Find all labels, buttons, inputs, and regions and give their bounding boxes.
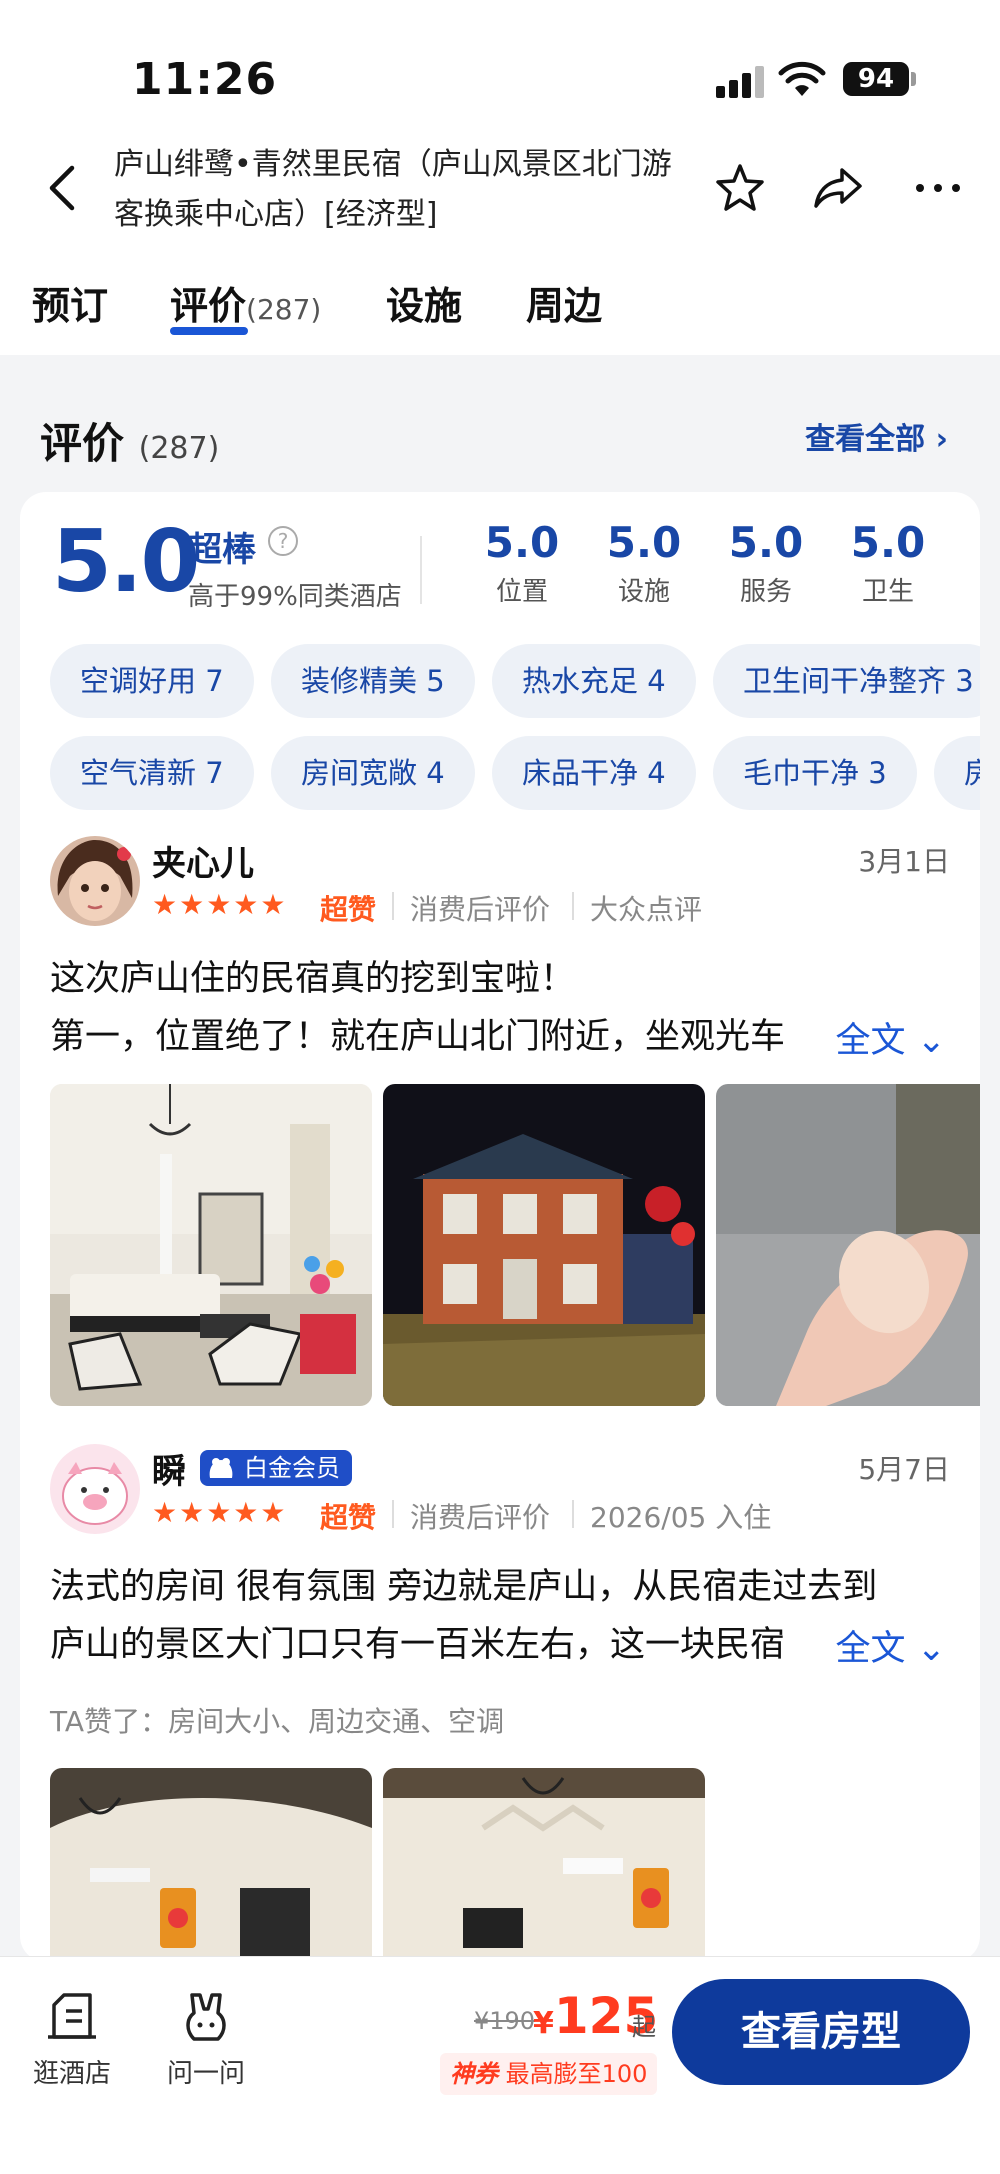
active-tab-indicator xyxy=(170,327,248,335)
coupon-badge[interactable]: 神券 最高膨至100 xyxy=(440,2053,658,2095)
reviewer-name: 瞬 xyxy=(152,1452,186,1492)
avatar[interactable] xyxy=(50,1444,140,1534)
review-photo[interactable] xyxy=(50,1768,372,1962)
tag-chip[interactable]: 房 xyxy=(934,736,980,810)
view-room-types-button[interactable]: 查看房型 xyxy=(672,1979,970,2085)
sub-score-facilities: 5.0 设施 xyxy=(606,518,682,607)
divider xyxy=(392,892,394,920)
review-photo[interactable] xyxy=(50,1084,372,1406)
tag-chip[interactable]: 装修精美 5 xyxy=(271,644,475,718)
sub-score-location: 5.0 位置 xyxy=(484,518,560,607)
review-text-line: 庐山的景区大门口只有一百米左右，这一块民宿 xyxy=(50,1625,786,1665)
review-photo[interactable] xyxy=(383,1768,705,1962)
favorite-star-icon[interactable] xyxy=(712,160,768,216)
platinum-member-badge: 白金会员 xyxy=(200,1450,352,1486)
hotel-list-icon xyxy=(48,1993,96,2039)
score-word: 超棒 xyxy=(188,530,256,570)
status-bar: 11:26 94 xyxy=(0,0,1000,140)
more-options-icon[interactable] xyxy=(910,160,966,216)
cellular-signal-icon xyxy=(716,66,766,98)
stay-date: 2026/05 入住 xyxy=(590,1501,772,1534)
reviews-card: 5.0 超棒 ? 高于99%同类酒店 5.0 位置 5.0 设施 5.0 服务 5.0… xyxy=(20,492,980,1962)
divider xyxy=(420,536,422,604)
overall-score: 5.0 xyxy=(52,512,200,612)
browse-hotels-button[interactable]: 逛酒店 xyxy=(12,1989,132,2090)
avatar[interactable] xyxy=(50,836,140,926)
review-date: 3月1日 xyxy=(858,845,950,878)
wifi-icon xyxy=(778,61,826,96)
price-suffix: 起 xyxy=(632,2013,656,2041)
chevron-down-icon: ⌄ xyxy=(905,1629,946,1669)
reviewer-name: 夹心儿 xyxy=(152,844,254,884)
rating-stars: ★★★★★ xyxy=(152,1496,288,1529)
divider xyxy=(572,1500,574,1528)
rating-stars: ★★★★★ xyxy=(152,888,288,921)
review-photo[interactable] xyxy=(716,1084,980,1406)
review-text-line: 法式的房间 很有氛围 旁边就是庐山，从民宿走过去到 xyxy=(50,1567,878,1607)
sub-score-cleanliness: 5.0 卫生 xyxy=(850,518,926,607)
tab-reviews[interactable]: 评价(287) xyxy=(170,275,321,330)
score-comparison: 高于99%同类酒店 xyxy=(188,582,402,612)
sub-score-service: 5.0 服务 xyxy=(728,518,804,607)
tag-chip[interactable]: 空气清新 7 xyxy=(50,736,254,810)
liked-aspects: TA赞了：房间大小、周边交通、空调 xyxy=(50,1705,505,1738)
tab-facilities[interactable]: 设施 xyxy=(386,275,462,330)
chevron-down-icon: ⌄ xyxy=(905,1021,946,1061)
help-icon[interactable]: ? xyxy=(268,526,298,556)
top-panel: 11:26 94 庐山绯鹭•青然里民宿（庐山风景区北门游客换乘中心店）[经济型]… xyxy=(0,0,1000,355)
ask-rabbit-icon xyxy=(186,1993,226,2041)
rating-word: 超赞 xyxy=(320,1501,377,1534)
battery-tip xyxy=(911,72,916,86)
tag-chip[interactable]: 床品干净 4 xyxy=(492,736,696,810)
ask-button[interactable]: 问一问 xyxy=(146,1989,266,2090)
rating-word: 超赞 xyxy=(320,893,377,926)
battery-icon: 94 xyxy=(843,62,909,96)
share-icon[interactable] xyxy=(810,160,866,216)
tab-nearby[interactable]: 周边 xyxy=(526,275,602,330)
hotel-title: 庐山绯鹭•青然里民宿（庐山风景区北门游客换乘中心店）[经济型] xyxy=(114,147,672,232)
review-meta: 消费后评价 xyxy=(410,893,551,926)
review-photo[interactable] xyxy=(383,1084,705,1406)
review-date: 5月7日 xyxy=(858,1453,950,1486)
review-text-line: 这次庐山住的民宿真的挖到宝啦！ xyxy=(50,959,576,999)
tag-chip[interactable]: 空调好用 7 xyxy=(50,644,254,718)
tag-chip[interactable]: 毛巾干净 3 xyxy=(713,736,917,810)
back-arrow-icon[interactable] xyxy=(42,160,82,216)
divider xyxy=(392,1500,394,1528)
tag-chip[interactable]: 卫生间干净整齐 3 xyxy=(713,644,980,718)
divider xyxy=(572,892,574,920)
expand-full-text[interactable]: 全文 ⌄ xyxy=(795,1012,946,1063)
status-time: 11:26 xyxy=(132,54,278,105)
tab-bar: 预订 评价(287) 设施 周边 xyxy=(0,265,1000,345)
member-icon xyxy=(209,1458,233,1478)
tag-chip[interactable]: 热水充足 4 xyxy=(492,644,696,718)
see-all-link[interactable]: 查看全部 › xyxy=(805,414,948,458)
review-source: 大众点评 xyxy=(590,893,703,926)
chevron-right-icon: › xyxy=(935,422,948,457)
tag-chip[interactable]: 房间宽敞 4 xyxy=(271,736,475,810)
original-price: ¥190 xyxy=(474,2007,536,2035)
tab-booking[interactable]: 预订 xyxy=(32,275,108,330)
bottom-action-bar: 逛酒店 问一问 ¥190 ¥125 起 神券 最高膨至100 查看房型 xyxy=(0,1956,1000,2174)
expand-full-text[interactable]: 全文 ⌄ xyxy=(795,1620,946,1671)
review-meta: 消费后评价 xyxy=(410,1501,551,1534)
review-text-line: 第一，位置绝了！就在庐山北门附近，坐观光车 xyxy=(50,1017,786,1057)
reviews-section-title: 评价 (287) xyxy=(40,419,220,468)
